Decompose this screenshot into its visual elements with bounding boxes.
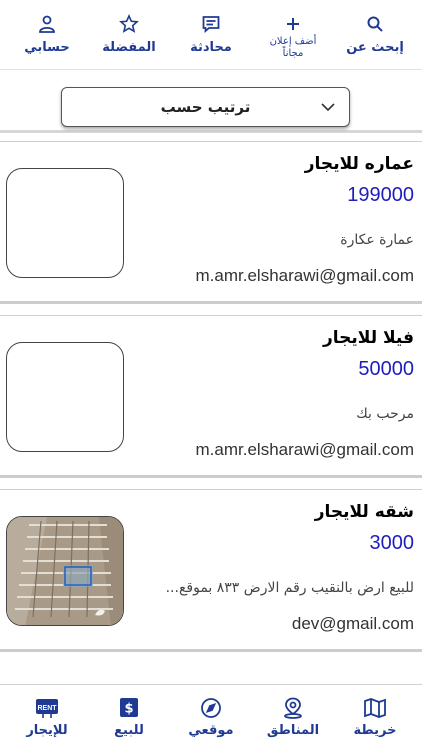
bottom-nav: RENT للإيجار $ للبيع موقعي المناطق خريطة bbox=[0, 684, 422, 750]
listing-price: 199000 bbox=[347, 184, 414, 206]
sort-bar: ترتيب حسب bbox=[0, 70, 422, 133]
tab-regions[interactable]: المناطق bbox=[252, 697, 334, 750]
listing-description: مرحب بك bbox=[356, 406, 414, 422]
nav-add-listing-label: أضف إعلان مجاناً bbox=[269, 36, 317, 59]
listing-price: 50000 bbox=[358, 358, 414, 380]
sort-dropdown[interactable]: ترتيب حسب bbox=[61, 87, 350, 127]
tab-sale[interactable]: $ للبيع bbox=[88, 697, 170, 750]
nav-chat[interactable]: محادثة bbox=[170, 14, 252, 55]
nav-favorites-label: المفضلة bbox=[102, 40, 156, 55]
dollar-icon: $ bbox=[120, 698, 138, 717]
tab-rent[interactable]: RENT للإيجار bbox=[6, 697, 88, 750]
listing-thumbnail bbox=[6, 168, 124, 278]
listing-title: عماره للايجار bbox=[304, 154, 414, 174]
listing-thumbnail bbox=[6, 342, 124, 452]
plus-icon bbox=[287, 18, 299, 30]
chevron-down-icon bbox=[321, 103, 335, 112]
nav-favorites[interactable]: المفضلة bbox=[88, 14, 170, 55]
nav-account-label: حسابي bbox=[24, 40, 70, 55]
rent-icon: RENT bbox=[36, 699, 58, 718]
star-icon bbox=[119, 14, 139, 33]
nav-chat-label: محادثة bbox=[190, 40, 232, 55]
tab-map[interactable]: خريطة bbox=[334, 697, 416, 750]
rent-badge-text: RENT bbox=[37, 705, 57, 712]
app-screen: حسابي المفضلة محادثة أضف إعلان مجاناً إب… bbox=[0, 0, 422, 750]
listing-thumbnail-map-photo bbox=[6, 516, 124, 626]
tab-sale-label: للبيع bbox=[114, 723, 144, 738]
top-nav: حسابي المفضلة محادثة أضف إعلان مجاناً إب… bbox=[0, 0, 422, 70]
listing-price: 3000 bbox=[369, 532, 415, 554]
aerial-map-image bbox=[7, 517, 123, 625]
listing-email: dev@gmail.com bbox=[291, 614, 414, 633]
nav-search[interactable]: إبحث عن bbox=[334, 14, 416, 55]
listing-title: شقه للايجار bbox=[314, 502, 414, 522]
search-icon bbox=[367, 16, 383, 32]
sort-label: ترتيب حسب bbox=[160, 98, 251, 116]
user-icon bbox=[39, 15, 55, 33]
svg-text:$: $ bbox=[124, 702, 133, 717]
map-icon bbox=[364, 698, 386, 718]
listing-title: فيلا للايجار bbox=[323, 328, 414, 348]
listing-description: للبيع ارض بالنقيب رقم الارض ٨٣٣ بموقع... bbox=[165, 580, 414, 596]
tab-location-label: موقعي bbox=[188, 723, 234, 738]
listing-description: عمارة عكارة bbox=[340, 232, 414, 248]
map-pin-icon bbox=[284, 697, 302, 719]
nav-search-label: إبحث عن bbox=[346, 40, 404, 55]
listing-email: m.amr.elsharawi@gmail.com bbox=[195, 266, 414, 285]
listing-card[interactable]: عماره للايجار 199000 عمارة عكارة m.amr.e… bbox=[0, 141, 422, 304]
tab-location[interactable]: موقعي bbox=[170, 697, 252, 750]
tab-rent-label: للإيجار bbox=[26, 723, 68, 738]
tab-regions-label: المناطق bbox=[266, 723, 320, 738]
nav-add-listing[interactable]: أضف إعلان مجاناً bbox=[252, 14, 334, 60]
listing-card[interactable]: شقه للايجار 3000 للبيع ارض بالنقيب رقم ا… bbox=[0, 489, 422, 652]
tab-map-label: خريطة bbox=[353, 723, 397, 738]
chat-icon bbox=[202, 16, 220, 33]
listing-email: m.amr.elsharawi@gmail.com bbox=[195, 440, 414, 459]
nav-account[interactable]: حسابي bbox=[6, 14, 88, 55]
compass-icon bbox=[201, 698, 221, 718]
listing-card[interactable]: فيلا للايجار 50000 مرحب بك m.amr.elshara… bbox=[0, 315, 422, 478]
